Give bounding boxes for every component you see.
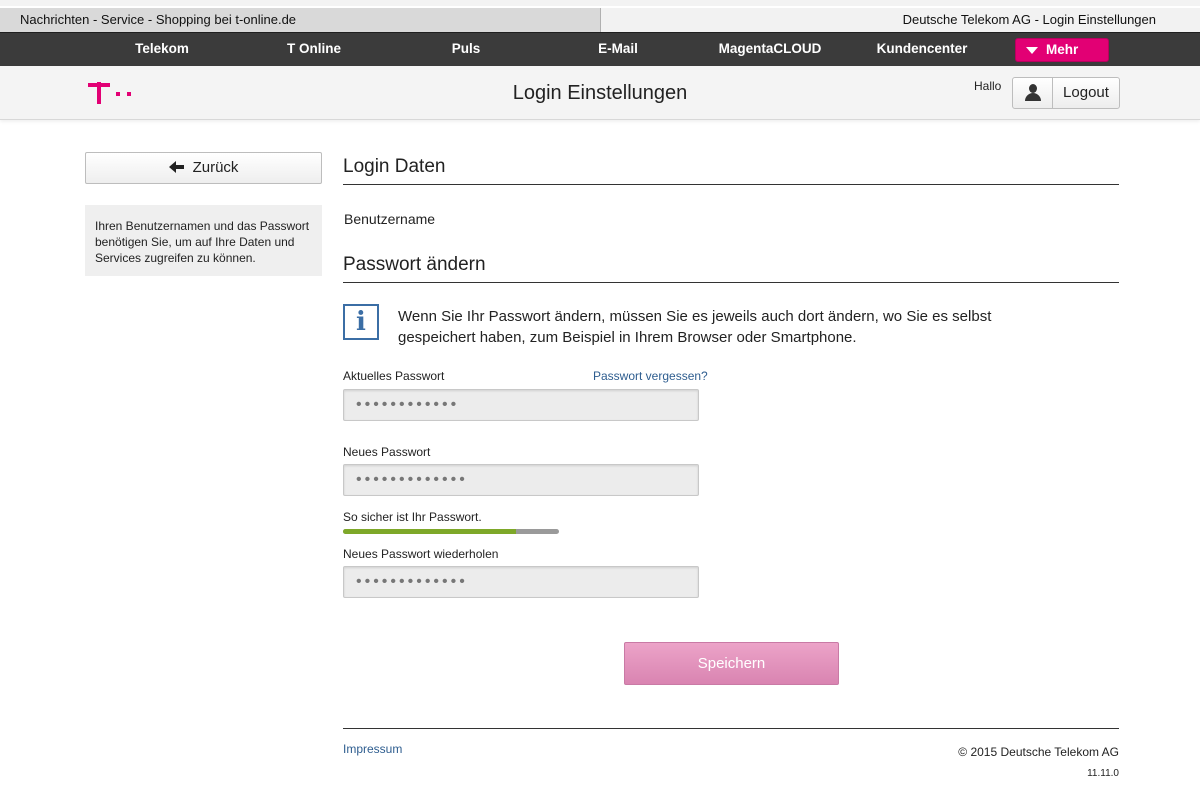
nav-item-kundencenter[interactable]: Kundencenter — [866, 33, 978, 65]
password-change-title: Passwort ändern — [343, 254, 486, 275]
login-data-title: Login Daten — [343, 156, 446, 177]
caret-down-icon — [1026, 47, 1038, 54]
impressum-link[interactable]: Impressum — [343, 742, 402, 756]
password-notice: Wenn Sie Ihr Passwort ändern, müssen Sie… — [398, 308, 992, 346]
save-button[interactable]: Speichern — [624, 642, 839, 685]
new-password-label: Neues Passwort — [343, 445, 431, 459]
back-button[interactable]: Zurück — [85, 152, 322, 184]
section-divider — [343, 184, 1119, 185]
sidebar-info-text: Ihren Benutzernamen und das Passwort ben… — [85, 205, 322, 276]
nav-item-magentacloud[interactable]: MagentaCLOUD — [708, 33, 832, 65]
version-text: 11.11.0 — [1087, 768, 1119, 779]
more-menu-label: Mehr — [1046, 42, 1079, 57]
greeting-text: Hallo — [974, 79, 1002, 93]
browser-tab-tonline[interactable]: Nachrichten - Service - Shopping bei t-o… — [0, 8, 601, 32]
top-navigation: Telekom T Online Puls E-Mail MagentaCLOU… — [0, 32, 1200, 66]
repeat-password-input[interactable]: ••••••••••••• — [343, 566, 699, 598]
new-password-input[interactable]: ••••••••••••• — [343, 464, 699, 496]
username-label: Benutzername — [344, 211, 436, 227]
password-strength-fill — [343, 529, 516, 534]
current-password-input[interactable]: •••••••••••• — [343, 389, 699, 421]
browser-tab-bar: Nachrichten - Service - Shopping bei t-o… — [0, 0, 1200, 34]
browser-tab-login-settings[interactable]: Deutsche Telekom AG - Login Einstellunge… — [601, 8, 1200, 32]
more-menu-button[interactable]: Mehr — [1015, 38, 1109, 62]
arrow-left-icon — [168, 161, 185, 173]
user-button-group: Logout — [1012, 77, 1120, 109]
repeat-password-label: Neues Passwort wiederholen — [343, 547, 499, 561]
nav-item-telekom[interactable]: Telekom — [112, 33, 212, 65]
window-top-edge — [0, 0, 1200, 6]
info-icon: i — [343, 304, 379, 340]
logout-button[interactable]: Logout — [1053, 78, 1119, 108]
copyright-text: © 2015 Deutsche Telekom AG — [958, 745, 1119, 759]
forgot-password-link[interactable]: Passwort vergessen? — [593, 369, 708, 383]
nav-item-t-online[interactable]: T Online — [264, 33, 364, 65]
page-header: Login Einstellungen Hallo Logout — [0, 66, 1200, 120]
section-divider — [343, 282, 1119, 283]
back-button-label: Zurück — [192, 159, 239, 176]
footer-divider — [343, 728, 1119, 729]
user-profile-button[interactable] — [1013, 78, 1053, 108]
nav-item-puls[interactable]: Puls — [416, 33, 516, 65]
password-strength-label: So sicher ist Ihr Passwort. — [343, 510, 482, 524]
password-strength-bar — [343, 529, 559, 534]
current-password-label: Aktuelles Passwort — [343, 369, 445, 383]
nav-item-email[interactable]: E-Mail — [568, 33, 668, 65]
